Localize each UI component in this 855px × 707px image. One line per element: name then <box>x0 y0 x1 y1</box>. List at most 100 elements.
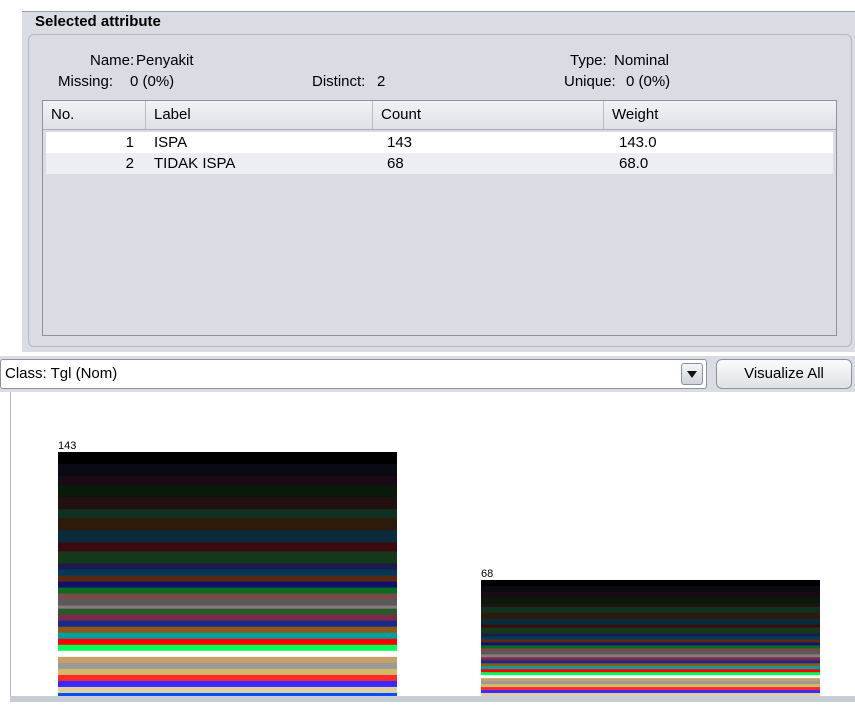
column-header-no[interactable]: No. <box>43 101 146 129</box>
class-attribute-select[interactable]: Class: Tgl (Nom) <box>0 359 707 389</box>
column-header-weight[interactable]: Weight <box>604 101 836 129</box>
bar-segment <box>58 548 397 552</box>
bar-segment <box>58 536 397 540</box>
bar-segment <box>481 630 820 635</box>
bar-segment <box>58 539 397 543</box>
unique-label: Unique: <box>564 73 616 90</box>
table-row[interactable]: 2 TIDAK ISPA 68 68.0 <box>46 153 833 174</box>
bar-segment <box>481 612 820 617</box>
bar-segment <box>481 672 820 676</box>
cell-count: 68 <box>387 155 404 172</box>
class-attribute-value: Class: Tgl (Nom) <box>5 365 118 382</box>
bar-segment <box>58 590 397 595</box>
bar-segment <box>58 581 397 586</box>
bar-segment <box>58 653 397 658</box>
bar-segment <box>58 563 397 567</box>
bar-segment <box>481 642 820 646</box>
column-header-label[interactable]: Label <box>146 101 373 129</box>
bar-segment <box>481 594 820 599</box>
bar-segment <box>481 663 820 667</box>
column-header-count[interactable]: Count <box>373 101 604 129</box>
cell-count: 143 <box>387 134 413 151</box>
bar-segment <box>58 602 397 607</box>
bar-segment <box>481 627 820 632</box>
bar-segment <box>58 608 397 613</box>
bar-segment <box>481 615 820 620</box>
bar-segment <box>481 582 820 587</box>
bar-segment <box>481 609 820 614</box>
cell-label: ISPA <box>154 134 188 151</box>
bar-segment <box>481 651 820 655</box>
bar-segment <box>481 669 820 673</box>
bar-segment <box>58 617 397 622</box>
bar-segment <box>58 485 397 489</box>
bar-segment <box>58 677 397 682</box>
bar-value-label: 143 <box>58 440 76 452</box>
visualize-all-button[interactable]: Visualize All <box>716 359 852 389</box>
bar-segment <box>58 611 397 616</box>
bar-segment <box>481 600 820 605</box>
bar-segment <box>58 662 397 667</box>
distinct-label: Distinct: <box>312 73 366 90</box>
bar-segment <box>481 588 820 593</box>
bar-segment <box>481 585 820 590</box>
table-header: No. Label Count Weight <box>43 101 836 130</box>
chevron-down-icon[interactable] <box>681 363 703 385</box>
bar-segment <box>481 597 820 602</box>
bar-segment <box>58 530 397 534</box>
bar-segment <box>481 657 820 661</box>
bar-segment <box>58 683 397 688</box>
bar-segment <box>58 605 397 610</box>
bar-segment <box>58 632 397 637</box>
name-value: Penyakit <box>136 52 194 69</box>
bar-segment <box>58 509 397 513</box>
bar-segment <box>58 650 397 655</box>
bar-segment <box>58 497 397 501</box>
bar-segment <box>58 557 397 561</box>
bar-segment <box>58 503 397 507</box>
bar-segment <box>481 687 820 691</box>
bar-segment <box>481 579 820 584</box>
bar-segment <box>58 488 397 492</box>
type-label: Type: <box>570 52 607 69</box>
bar-segment <box>58 467 397 471</box>
attribute-values-table[interactable]: No. Label Count Weight 1 ISPA 143 143.0 … <box>42 100 837 336</box>
bar-segment <box>58 521 397 525</box>
bar-segment <box>58 515 397 519</box>
bar-segment <box>58 512 397 516</box>
missing-label: Missing: <box>58 73 114 90</box>
bar-segment <box>58 464 397 468</box>
distinct-value: 2 <box>377 73 386 90</box>
bar-segment <box>58 626 397 631</box>
bar-segment <box>58 674 397 679</box>
histogram-baseline <box>10 696 855 702</box>
cell-label: TIDAK ISPA <box>154 155 236 172</box>
bar-segment <box>58 575 397 580</box>
bar-segment <box>481 606 820 611</box>
name-label: Name: <box>90 52 135 69</box>
bar-segment <box>481 633 820 637</box>
bar-segment <box>58 689 397 694</box>
bar-segment <box>481 684 820 688</box>
bar-segment <box>58 542 397 546</box>
bar-segment <box>58 491 397 495</box>
bar-segment <box>58 500 397 504</box>
bar-segment <box>58 665 397 670</box>
table-row[interactable]: 1 ISPA 143 143.0 <box>46 132 833 153</box>
bar-segment <box>58 623 397 628</box>
selected-attribute-title: Selected attribute <box>35 13 161 30</box>
bar-segment <box>58 584 397 589</box>
unique-value: 0 (0%) <box>626 73 671 90</box>
bar-tidak-ispa <box>481 579 820 697</box>
bar-segment <box>58 458 397 462</box>
bar-segment <box>58 671 397 676</box>
bar-segment <box>58 572 397 577</box>
bar-segment <box>58 629 397 634</box>
bar-segment <box>58 527 397 531</box>
bar-segment <box>481 675 820 679</box>
bar-segment <box>58 641 397 646</box>
cell-weight: 68.0 <box>619 155 649 172</box>
bar-value-label: 68 <box>481 568 493 580</box>
bar-segment <box>58 638 397 643</box>
bar-segment <box>58 560 397 564</box>
